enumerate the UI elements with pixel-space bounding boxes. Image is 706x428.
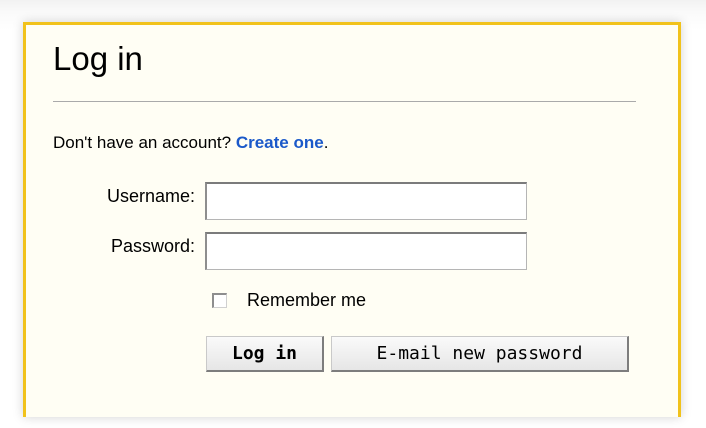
remember-me-row: Remember me <box>212 290 366 311</box>
username-input[interactable] <box>205 182 527 220</box>
password-input[interactable] <box>205 232 527 270</box>
password-label: Password: <box>110 236 195 256</box>
email-new-password-button[interactable]: E-mail new password <box>331 336 629 372</box>
no-account-text: Don't have an account? <box>53 133 236 152</box>
create-account-suffix: . <box>323 133 329 152</box>
remember-me-label: Remember me <box>247 290 367 310</box>
title-divider <box>53 101 636 102</box>
page-title: Log in <box>53 40 143 77</box>
remember-me-checkbox[interactable] <box>212 293 227 308</box>
login-button[interactable]: Log in <box>206 336 324 372</box>
create-account-link[interactable]: Create one <box>236 133 324 152</box>
create-account-line: Don't have an account? Create one. <box>53 133 328 153</box>
username-label: Username: <box>106 186 195 206</box>
page: Log in Don't have an account? Create one… <box>0 0 706 428</box>
